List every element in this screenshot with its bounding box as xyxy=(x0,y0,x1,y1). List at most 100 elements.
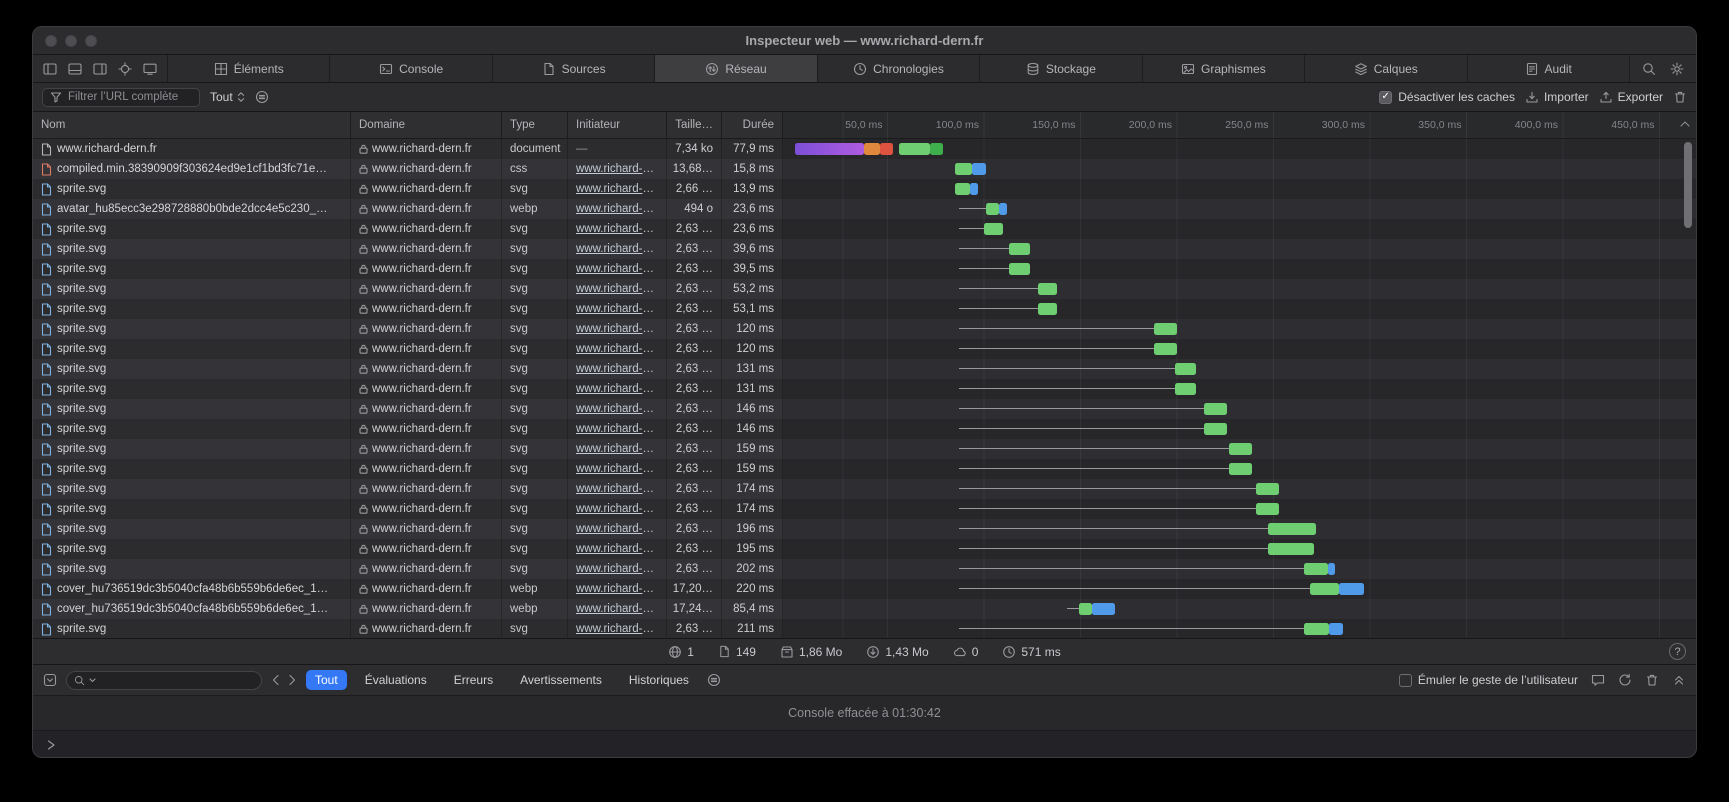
resource-initiator[interactable]: www.richard-d… xyxy=(576,183,658,195)
tab-timelines[interactable]: Chronologies xyxy=(817,55,979,82)
filter-options-icon[interactable] xyxy=(255,90,269,104)
console-filter-errors[interactable]: Erreurs xyxy=(445,670,502,690)
resource-initiator[interactable]: www.richard-d… xyxy=(576,263,658,275)
console-prompt[interactable] xyxy=(33,731,1696,758)
table-row[interactable]: sprite.svg www.richard-dern.fr svg www.r… xyxy=(33,259,1696,279)
table-row[interactable]: sprite.svg www.richard-dern.fr svg www.r… xyxy=(33,339,1696,359)
table-row[interactable]: compiled.min.38390909f303624ed9e1cf1bd3f… xyxy=(33,159,1696,179)
url-filter-input[interactable]: Filtrer l’URL complète xyxy=(42,88,200,107)
resource-initiator[interactable]: www.richard-d… xyxy=(576,483,658,495)
emulate-user-gesture-checkbox[interactable]: Émuler le geste de l’utilisateur xyxy=(1399,673,1578,687)
table-row[interactable]: avatar_hu85ecc3e298728880b0bde2dcc4e5c23… xyxy=(33,199,1696,219)
resource-initiator[interactable]: — xyxy=(576,143,588,155)
table-row[interactable]: sprite.svg www.richard-dern.fr svg www.r… xyxy=(33,419,1696,439)
resource-initiator[interactable]: www.richard-d… xyxy=(576,623,658,635)
column-header-size[interactable]: Taille… xyxy=(667,112,722,138)
previous-result-icon[interactable] xyxy=(271,674,280,686)
column-header-name[interactable]: Nom xyxy=(33,112,351,138)
table-row[interactable]: sprite.svg www.richard-dern.fr svg www.r… xyxy=(33,399,1696,419)
tab-sources[interactable]: Sources xyxy=(492,55,654,82)
console-filter-evaluations[interactable]: Évaluations xyxy=(356,670,436,690)
console-filter-logs[interactable]: Historiques xyxy=(620,670,698,690)
console-scope-icon[interactable] xyxy=(43,673,57,687)
table-row[interactable]: cover_hu736519dc3b5040cfa48b6b559b6de6ec… xyxy=(33,599,1696,619)
resource-initiator[interactable]: www.richard-d… xyxy=(576,363,658,375)
resource-initiator[interactable]: www.richard-d… xyxy=(576,403,658,415)
resource-initiator[interactable]: www.richard-d… xyxy=(576,443,658,455)
column-header-duration[interactable]: Durée xyxy=(722,112,783,138)
column-header-initiator[interactable]: Initiateur xyxy=(568,112,667,138)
resource-initiator[interactable]: www.richard-d… xyxy=(576,583,658,595)
table-row[interactable]: sprite.svg www.richard-dern.fr svg www.r… xyxy=(33,559,1696,579)
resource-initiator[interactable]: www.richard-d… xyxy=(576,223,658,235)
element-selector-icon[interactable] xyxy=(118,62,132,76)
table-row[interactable]: cover_hu736519dc3b5040cfa48b6b559b6de6ec… xyxy=(33,579,1696,599)
table-row[interactable]: sprite.svg www.richard-dern.fr svg www.r… xyxy=(33,519,1696,539)
minimize-button[interactable] xyxy=(65,35,77,47)
next-result-icon[interactable] xyxy=(288,674,297,686)
zoom-button[interactable] xyxy=(85,35,97,47)
resource-initiator[interactable]: www.richard-d… xyxy=(576,343,658,355)
tab-audit[interactable]: Audit xyxy=(1467,55,1629,82)
resource-initiator[interactable]: www.richard-d… xyxy=(576,163,658,175)
vertical-scrollbar-thumb[interactable] xyxy=(1684,142,1692,228)
tab-elements[interactable]: Éléments xyxy=(167,55,329,82)
resource-initiator[interactable]: www.richard-d… xyxy=(576,543,658,555)
clear-console-trash-icon[interactable] xyxy=(1645,673,1659,687)
resource-initiator[interactable]: www.richard-d… xyxy=(576,203,658,215)
tab-console[interactable]: Console xyxy=(329,55,491,82)
table-row[interactable]: sprite.svg www.richard-dern.fr svg www.r… xyxy=(33,279,1696,299)
resource-initiator[interactable]: www.richard-d… xyxy=(576,423,658,435)
trash-icon[interactable] xyxy=(1673,90,1687,104)
table-row[interactable]: sprite.svg www.richard-dern.fr svg www.r… xyxy=(33,239,1696,259)
table-row[interactable]: sprite.svg www.richard-dern.fr svg www.r… xyxy=(33,479,1696,499)
tab-layers[interactable]: Calques xyxy=(1304,55,1466,82)
table-row[interactable]: sprite.svg www.richard-dern.fr svg www.r… xyxy=(33,539,1696,559)
console-filter-options-icon[interactable] xyxy=(707,673,721,687)
resource-initiator[interactable]: www.richard-d… xyxy=(576,283,658,295)
table-row[interactable]: www.richard-dern.fr www.richard-dern.fr … xyxy=(33,139,1696,159)
reload-icon[interactable] xyxy=(1618,673,1632,687)
help-button[interactable]: ? xyxy=(1669,643,1686,660)
console-filter-all[interactable]: Tout xyxy=(306,670,347,690)
device-icon[interactable] xyxy=(143,62,157,76)
search-icon[interactable] xyxy=(1642,62,1656,76)
dock-right-icon[interactable] xyxy=(93,62,107,76)
console-filter-warnings[interactable]: Avertissements xyxy=(511,670,611,690)
resource-initiator[interactable]: www.richard-d… xyxy=(576,463,658,475)
resource-initiator[interactable]: www.richard-d… xyxy=(576,503,658,515)
table-row[interactable]: sprite.svg www.richard-dern.fr svg www.r… xyxy=(33,459,1696,479)
tab-graphics[interactable]: Graphismes xyxy=(1142,55,1304,82)
tab-network[interactable]: Réseau xyxy=(654,55,816,82)
table-row[interactable]: sprite.svg www.richard-dern.fr svg www.r… xyxy=(33,379,1696,399)
table-row[interactable]: sprite.svg www.richard-dern.fr svg www.r… xyxy=(33,219,1696,239)
console-search-input[interactable] xyxy=(66,671,262,690)
resource-initiator[interactable]: www.richard-d… xyxy=(576,243,658,255)
resource-initiator[interactable]: www.richard-d… xyxy=(576,603,658,615)
console-bubble-icon[interactable] xyxy=(1591,673,1605,687)
settings-gear-icon[interactable] xyxy=(1670,62,1684,76)
close-button[interactable] xyxy=(45,35,57,47)
tab-storage[interactable]: Stockage xyxy=(979,55,1141,82)
resource-initiator[interactable]: www.richard-d… xyxy=(576,523,658,535)
table-row[interactable]: sprite.svg www.richard-dern.fr svg www.r… xyxy=(33,179,1696,199)
resource-initiator[interactable]: www.richard-d… xyxy=(576,323,658,335)
expand-console-icon[interactable] xyxy=(1672,673,1686,687)
resource-initiator[interactable]: www.richard-d… xyxy=(576,383,658,395)
table-row[interactable]: sprite.svg www.richard-dern.fr svg www.r… xyxy=(33,299,1696,319)
collapse-waterfall-icon[interactable] xyxy=(1679,120,1691,128)
resource-scope-select[interactable]: Tout xyxy=(210,90,245,104)
resource-initiator[interactable]: www.richard-d… xyxy=(576,563,658,575)
column-header-domain[interactable]: Domaine xyxy=(351,112,502,138)
table-row[interactable]: sprite.svg www.richard-dern.fr svg www.r… xyxy=(33,619,1696,638)
table-row[interactable]: sprite.svg www.richard-dern.fr svg www.r… xyxy=(33,359,1696,379)
resource-initiator[interactable]: www.richard-d… xyxy=(576,303,658,315)
import-button[interactable]: Importer xyxy=(1525,90,1589,104)
table-row[interactable]: sprite.svg www.richard-dern.fr svg www.r… xyxy=(33,439,1696,459)
table-row[interactable]: sprite.svg www.richard-dern.fr svg www.r… xyxy=(33,319,1696,339)
table-row[interactable]: sprite.svg www.richard-dern.fr svg www.r… xyxy=(33,499,1696,519)
column-header-type[interactable]: Type xyxy=(502,112,568,138)
export-button[interactable]: Exporter xyxy=(1599,90,1663,104)
dock-side-icon[interactable] xyxy=(43,62,57,76)
disable-caches-checkbox[interactable]: ✓ Désactiver les caches xyxy=(1379,90,1515,104)
